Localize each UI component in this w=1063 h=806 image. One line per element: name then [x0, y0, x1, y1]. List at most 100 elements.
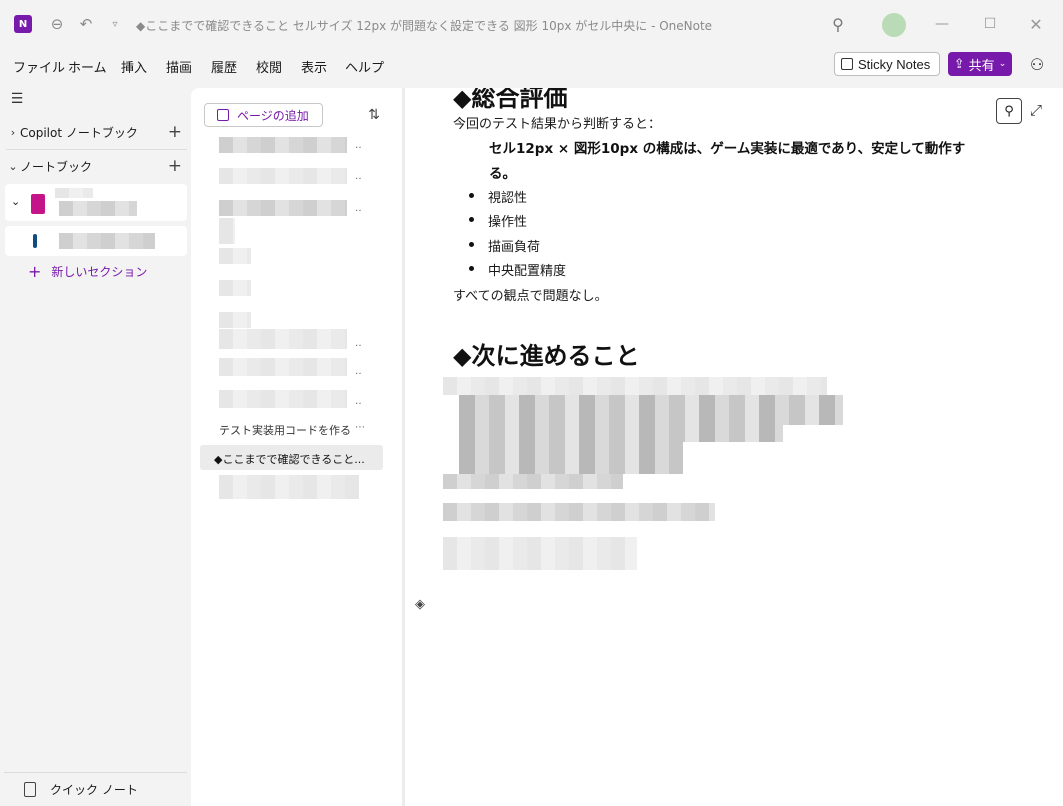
page-entry-selected[interactable]: ◆ここまでで確認できること...	[200, 445, 383, 470]
page-canvas[interactable]: ◆総合評価 ⚲ ⤢ 今回のテスト結果から判断すると： セル12px × 図形10…	[405, 88, 1063, 806]
menu-help[interactable]: ヘルプ	[345, 57, 384, 76]
bullet-icon	[469, 242, 474, 247]
ellipsis-icon[interactable]: ‥	[355, 366, 362, 377]
menu-history[interactable]: 履歴	[211, 57, 237, 76]
hamburger-menu-icon[interactable]: ☰	[8, 90, 26, 108]
avatar[interactable]	[882, 13, 906, 37]
redacted-content	[459, 395, 843, 425]
quick-note-icon	[24, 782, 36, 797]
intro-text: 今回のテスト結果から判断すると：	[453, 117, 662, 132]
close-icon[interactable]: ✕	[1026, 14, 1046, 34]
plus-icon: +	[28, 262, 42, 281]
add-page-button[interactable]: ページの追加	[204, 103, 323, 127]
menu-home[interactable]: ホーム	[68, 57, 107, 76]
list-item: 中央配置精度	[469, 260, 566, 279]
window-title: ◆ここまでで確認できること セルサイズ 12px が問題なく設定できる 図形 1…	[136, 19, 713, 33]
redacted-page-title[interactable]	[219, 168, 347, 184]
sticky-notes-icon	[841, 58, 853, 70]
redacted-content	[443, 474, 623, 489]
search-icon[interactable]: ⚲	[828, 14, 848, 34]
copilot-notebooks-row[interactable]: › Copilot ノートブック +	[6, 119, 186, 145]
redacted-content	[443, 503, 715, 521]
redacted-page-title[interactable]	[219, 312, 251, 328]
feedback-icon[interactable]: ⚇	[1026, 53, 1048, 75]
search-page-icon[interactable]: ⚲	[996, 98, 1022, 124]
ellipsis-icon[interactable]: ‥	[355, 140, 362, 151]
ellipsis-icon[interactable]: ‥	[355, 171, 362, 182]
add-page-label: ページの追加	[237, 108, 309, 123]
list-item-label: 描画負荷	[488, 240, 541, 255]
redacted-page-title[interactable]	[219, 248, 251, 264]
page-entry-selected-label: ◆ここまでで確認できること...	[214, 453, 365, 466]
list-item-label: 視認性	[488, 191, 528, 206]
section-item[interactable]	[5, 226, 187, 256]
bold-statement-cont: る。	[489, 166, 516, 182]
sticky-notes-button[interactable]: Sticky Notes	[834, 52, 940, 76]
notebook-icon	[31, 194, 45, 214]
list-item: 描画負荷	[469, 236, 540, 255]
undo-icon[interactable]: ↶	[76, 14, 96, 34]
minimize-icon[interactable]: —	[932, 14, 952, 34]
redacted-content	[459, 425, 783, 442]
add-page-icon	[217, 109, 229, 121]
menu-draw[interactable]: 描画	[166, 57, 192, 76]
bullet-icon	[469, 193, 474, 198]
sort-icon[interactable]: ⇅	[365, 106, 383, 124]
copilot-notebooks-label: Copilot ノートブック	[20, 125, 138, 140]
bullet-icon	[469, 217, 474, 222]
add-copilot-notebook-icon[interactable]: +	[168, 122, 182, 142]
list-item-label: 操作性	[488, 215, 528, 230]
heading-next-steps: ◆次に進めること	[453, 342, 640, 370]
chevron-right-icon: ›	[10, 125, 16, 139]
expand-icon[interactable]: ⤢	[1026, 100, 1046, 120]
page-entry-test-code[interactable]: テスト実装用コードを作る	[219, 422, 351, 438]
redacted-page-title[interactable]	[219, 475, 359, 499]
share-button[interactable]: ⇪ 共有 ⌄	[948, 52, 1012, 76]
redacted-page-title[interactable]	[219, 200, 347, 216]
menu-insert[interactable]: 挿入	[121, 57, 147, 76]
redacted-page-title[interactable]	[219, 218, 235, 244]
redacted-page-title[interactable]	[219, 358, 347, 376]
back-icon[interactable]: ⊖	[47, 14, 67, 34]
ellipsis-icon[interactable]: ‥	[355, 203, 362, 214]
notebooks-row[interactable]: ⌄ ノートブック +	[6, 153, 186, 179]
list-item: 視認性	[469, 187, 527, 206]
redacted-notebook-name	[59, 201, 137, 216]
list-item: 操作性	[469, 211, 527, 230]
redacted-page-title[interactable]	[219, 280, 251, 296]
copilot-icon[interactable]: ◈	[411, 595, 429, 613]
new-section-button[interactable]: + 新しいセクション	[28, 262, 147, 281]
page-list: ページの追加 ⇅ ‥ ‥ ‥ ‥ ‥ ‥ テスト実装用コードを作る ⋯ ◆ここま…	[191, 88, 402, 806]
redacted-section-name	[59, 233, 155, 249]
redacted-content	[459, 442, 683, 474]
ellipsis-icon[interactable]: ‥	[355, 338, 362, 349]
menu-review[interactable]: 校閲	[256, 57, 282, 76]
conclusion-text: すべての観点で問題なし。	[453, 289, 608, 304]
menu-view[interactable]: 表示	[301, 57, 327, 76]
list-item-label: 中央配置精度	[488, 264, 567, 279]
navigation-pane: ☰ › Copilot ノートブック + ⌄ ノートブック + ⌄ + 新しいセ…	[0, 80, 191, 806]
notebooks-label: ノートブック	[20, 159, 93, 174]
redacted-content	[443, 553, 637, 570]
notebook-item[interactable]: ⌄	[5, 184, 187, 221]
chevron-down-icon: ⌄	[11, 195, 21, 208]
quick-note-button[interactable]: クイック ノート	[4, 772, 187, 806]
chevron-down-icon: ⌄	[8, 159, 18, 173]
redacted-page-title[interactable]	[219, 137, 347, 153]
ellipsis-icon[interactable]: ⋯	[355, 422, 365, 433]
add-notebook-icon[interactable]: +	[168, 156, 182, 176]
section-color-tab	[33, 234, 37, 248]
onenote-logo-icon: N	[14, 15, 32, 33]
share-icon: ⇪	[953, 56, 965, 72]
new-section-label: 新しいセクション	[51, 265, 148, 279]
redacted-page-title[interactable]	[219, 329, 347, 349]
menu-file[interactable]: ファイル	[13, 57, 65, 76]
title-bar: N ⊖ ↶ ▿ ◆ここまでで確認できること セルサイズ 12px が問題なく設定…	[0, 0, 1063, 50]
chevron-down-icon: ⌄	[998, 59, 1007, 69]
ellipsis-icon[interactable]: ‥	[355, 396, 362, 407]
redacted-page-title[interactable]	[219, 390, 347, 408]
quick-access-dropdown-icon[interactable]: ▿	[105, 14, 125, 34]
maximize-icon[interactable]: ☐	[980, 14, 1000, 34]
bullet-icon	[469, 266, 474, 271]
redacted-content	[443, 537, 637, 554]
